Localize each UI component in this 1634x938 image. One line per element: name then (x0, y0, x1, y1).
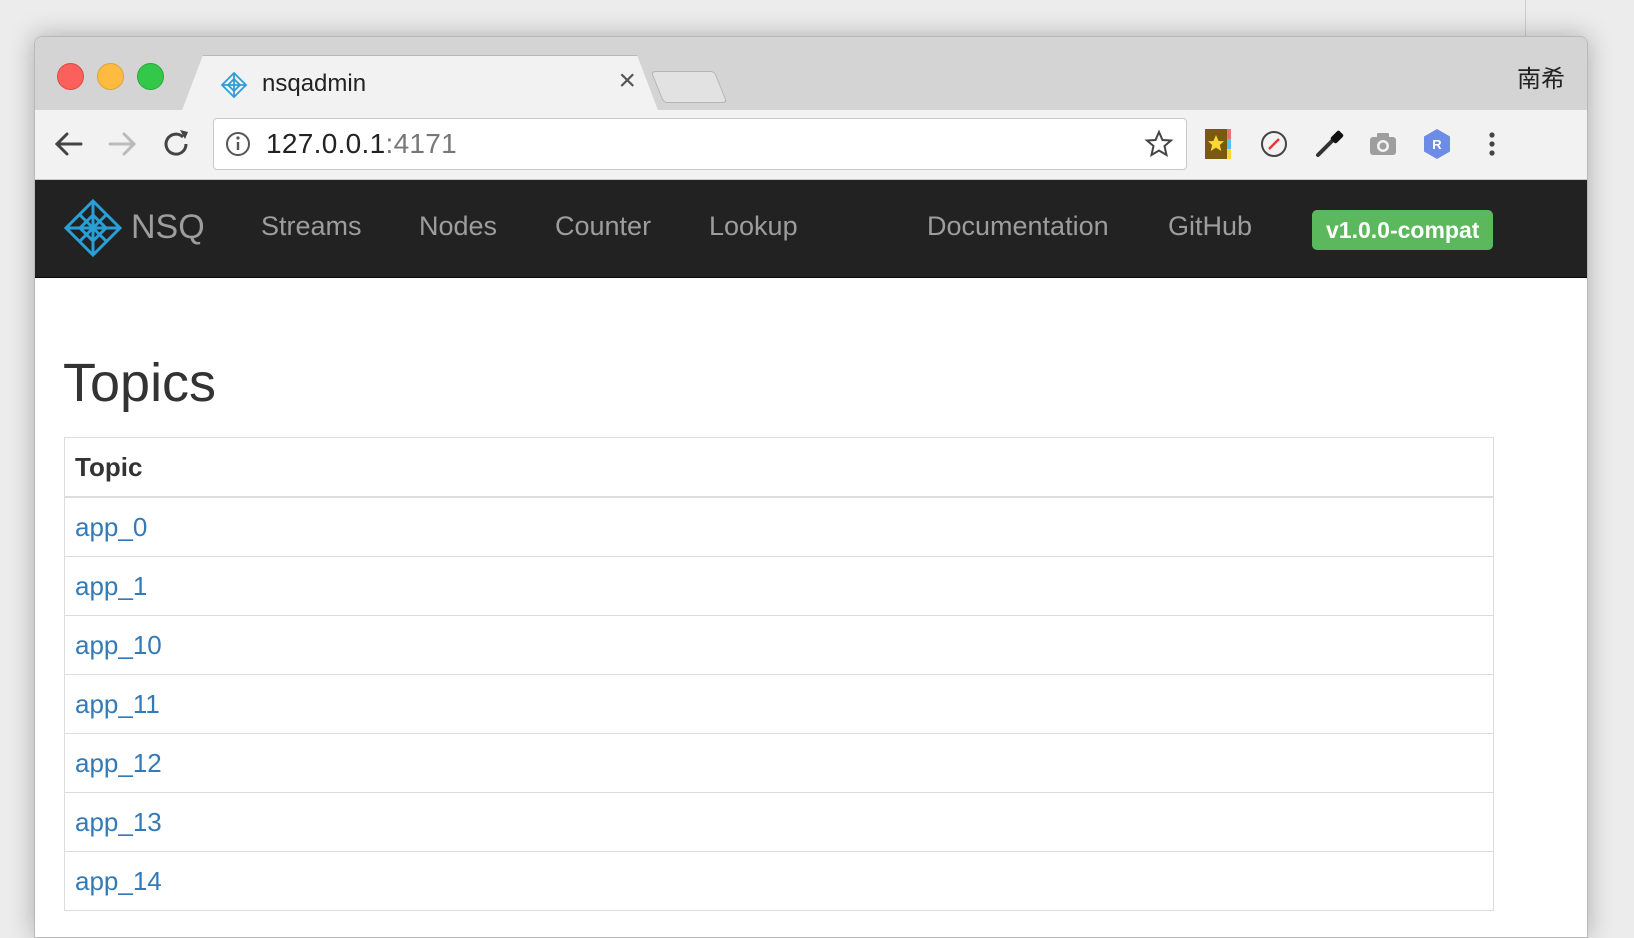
table-row: app_10 (64, 615, 1494, 675)
eyedropper-extension-icon[interactable] (1312, 127, 1346, 161)
topic-link[interactable]: app_12 (75, 748, 162, 778)
url-port: :4171 (385, 128, 458, 159)
title-bar: nsqadmin × 南希 (35, 37, 1587, 110)
topic-link[interactable]: app_13 (75, 807, 162, 837)
table-header-row: Topic (64, 437, 1494, 498)
topic-link[interactable]: app_10 (75, 630, 162, 660)
brand-name[interactable]: NSQ (131, 208, 205, 247)
camera-extension-icon[interactable] (1366, 127, 1400, 161)
table-row: app_13 (64, 792, 1494, 852)
url-text[interactable]: 127.0.0.1:4171 (266, 128, 457, 160)
nsq-navbar: NSQ Streams Nodes Counter Lookup Documen… (35, 180, 1587, 278)
minimize-window-button[interactable] (97, 63, 124, 90)
table-cell: app_13 (64, 792, 1494, 852)
nav-link-counter[interactable]: Counter (555, 211, 651, 242)
table-cell: app_12 (64, 733, 1494, 793)
page-title: Topics (63, 353, 217, 413)
profile-name[interactable]: 南希 (1517, 59, 1565, 94)
menu-kebab-icon[interactable] (1475, 127, 1509, 161)
browser-window: nsqadmin × 南希 127.0.0.1:4171 R NSQ Strea… (34, 36, 1588, 938)
r-extension-icon[interactable]: R (1420, 127, 1454, 161)
topic-link[interactable]: app_0 (75, 512, 147, 542)
maximize-window-button[interactable] (137, 63, 164, 90)
compass-extension-icon[interactable] (1257, 127, 1291, 161)
tab-title: nsqadmin (262, 70, 367, 97)
table-row: app_0 (64, 496, 1494, 557)
topic-link[interactable]: app_14 (75, 866, 162, 896)
bookmark-star-icon[interactable] (1144, 129, 1174, 159)
r-extension-letter: R (1432, 137, 1442, 152)
table-row: app_1 (64, 556, 1494, 616)
table-cell: app_10 (64, 615, 1494, 675)
address-bar[interactable]: 127.0.0.1:4171 (213, 118, 1187, 170)
forward-icon[interactable] (102, 124, 142, 164)
table-cell: app_14 (64, 851, 1494, 911)
topics-table: Topic app_0 app_1 app_10 app_11 app_12 a… (64, 437, 1494, 911)
table-row: app_11 (64, 674, 1494, 734)
starred-extension-icon[interactable] (1203, 127, 1237, 161)
table-cell: app_0 (64, 496, 1494, 557)
desktop-divider (1525, 0, 1526, 36)
nav-link-streams[interactable]: Streams (261, 211, 362, 242)
table-row: app_14 (64, 851, 1494, 911)
new-tab-button[interactable] (650, 71, 728, 103)
topic-link[interactable]: app_1 (75, 571, 147, 601)
nsq-favicon-icon (220, 71, 248, 99)
browser-toolbar: 127.0.0.1:4171 R (35, 110, 1587, 180)
table-row: app_12 (64, 733, 1494, 793)
nav-link-lookup[interactable]: Lookup (709, 211, 798, 242)
topic-link[interactable]: app_11 (75, 689, 160, 719)
table-cell: app_1 (64, 556, 1494, 616)
info-icon[interactable] (224, 130, 252, 158)
page-content: NSQ Streams Nodes Counter Lookup Documen… (35, 180, 1587, 937)
reload-icon[interactable] (156, 124, 196, 164)
version-badge: v1.0.0-compat (1312, 210, 1494, 250)
close-window-button[interactable] (57, 63, 84, 90)
column-header-topic: Topic (64, 437, 1494, 498)
url-host: 127.0.0.1 (266, 128, 386, 159)
nav-link-documentation[interactable]: Documentation (927, 211, 1109, 242)
nav-link-nodes[interactable]: Nodes (419, 211, 497, 242)
table-cell: app_11 (64, 674, 1494, 734)
active-tab[interactable]: nsqadmin × (181, 55, 659, 113)
nav-link-github[interactable]: GitHub (1168, 211, 1252, 242)
back-icon[interactable] (49, 124, 89, 164)
tab-close-icon[interactable]: × (618, 66, 636, 96)
nsq-logo-icon[interactable] (63, 198, 123, 258)
